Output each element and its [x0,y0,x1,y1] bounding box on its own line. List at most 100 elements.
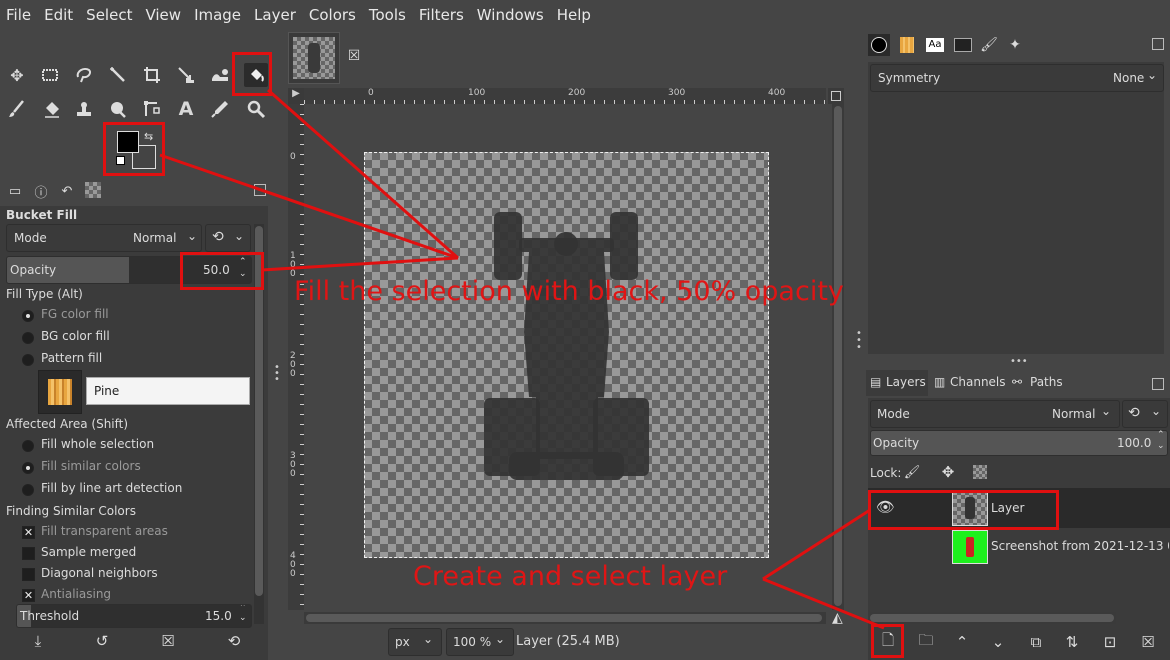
duplicate-layer-icon[interactable]: ⧉ [1024,630,1048,654]
tab-channels[interactable]: ▥ Channels [932,370,1008,396]
canvas-vscroll-thumb[interactable] [834,106,842,606]
new-layer-group-icon[interactable]: 🗀 [914,630,938,654]
menu-select[interactable]: Select [80,6,139,24]
unit-select[interactable]: px ⌄ [388,628,442,656]
merge-down-icon[interactable]: ⇅ [1060,630,1084,654]
eraser-tool-icon[interactable] [40,97,64,121]
fuzzy-select-tool-icon[interactable] [106,63,130,87]
spin-down-icon[interactable]: ⌄ [1157,441,1165,451]
menu-image[interactable]: Image [188,6,248,24]
crop-tool-icon[interactable] [140,63,164,87]
menu-colors[interactable]: Colors [303,6,363,24]
layer-mask-icon[interactable]: ⊡ [1098,630,1122,654]
smudge-tool-icon[interactable] [106,97,130,121]
lock-alpha-icon[interactable] [972,464,988,480]
layer-opacity-slider[interactable]: Opacity 100.0 ⌃ ⌄ [870,430,1168,456]
spin-up-icon[interactable]: ⌃ [239,605,247,613]
undo-history-tab-icon[interactable]: ↶ [56,180,78,202]
menu-layer[interactable]: Layer [248,6,303,24]
menu-edit[interactable]: Edit [38,6,80,24]
dock-grip-icon[interactable]: • • • [856,329,862,353]
zoom-tool-icon[interactable] [244,97,268,121]
annotation-fill-text: Fill the selection with black, 50% opaci… [294,276,844,307]
menu-filters[interactable]: Filters [413,6,471,24]
paths-tool-icon[interactable] [140,97,164,121]
close-image-tab-icon[interactable]: ☒ [346,48,362,64]
canvas-horizontal-scrollbar[interactable] [304,612,826,624]
tool-options-tab-icon[interactable]: ▭ [4,180,26,202]
fonts-tab-icon[interactable]: Aa [924,34,946,56]
symmetry-tab-icon[interactable]: ✦ [1004,34,1026,56]
images-tab-icon[interactable] [84,181,102,199]
paintbrush-tool-icon[interactable] [5,97,29,121]
configure-tab-icon[interactable] [1152,378,1164,390]
free-select-tool-icon[interactable] [72,63,96,87]
chevron-down-icon: ⌄ [1147,68,1158,82]
panel-divider-grip-icon[interactable]: ••• [1010,356,1028,367]
dock-grip-icon[interactable]: • • • [274,363,280,385]
text-tool-icon[interactable]: A [174,97,198,121]
fill-similar-colors-radio[interactable] [22,462,34,474]
symmetry-select[interactable]: Symmetry None ⌄ [870,64,1164,92]
rect-select-tool-icon[interactable] [38,63,62,87]
fg-fill-radio[interactable] [22,310,34,322]
color-picker-tool-icon[interactable] [208,97,232,121]
mode-reset-button[interactable]: ⟲ ⌄ [205,224,251,252]
move-tool-icon[interactable]: ✥ [5,63,29,87]
clone-tool-icon[interactable] [72,97,96,121]
pattern-name-field[interactable]: Pine [86,377,250,405]
fill-whole-selection-radio[interactable] [22,440,34,452]
layer-mode-select[interactable]: Mode Normal ⌄ [870,400,1120,428]
layer-name: Screenshot from 2021-12-13 07-2 [991,539,1169,553]
reset-options-icon[interactable]: ⟲ [224,630,244,652]
diagonal-neighbors-checkbox[interactable] [22,568,35,581]
mode-select[interactable]: Mode Normal ⌄ [6,224,202,252]
transform-tool-icon[interactable] [174,63,198,87]
save-options-icon[interactable]: ⤓ [28,630,48,652]
restore-options-icon[interactable]: ↺ [92,630,112,652]
pattern-preview-button[interactable] [38,370,82,414]
layer-mode-reset-button[interactable]: ⟲ ⌄ [1122,400,1168,428]
quick-mask-icon[interactable] [828,88,844,104]
menu-windows[interactable]: Windows [471,6,551,24]
device-status-tab-icon[interactable]: ⓘ [30,180,52,202]
delete-options-icon[interactable]: ☒ [158,630,178,652]
warp-tool-icon[interactable] [208,63,232,87]
menu-file[interactable]: File [0,6,38,24]
lock-position-icon[interactable]: ✥ [938,462,958,482]
configure-tab-icon[interactable] [254,184,266,196]
pattern-fill-radio[interactable] [22,354,34,366]
navigate-icon[interactable]: ◭ [832,610,846,626]
sample-merged-checkbox[interactable] [22,547,35,560]
delete-layer-icon[interactable]: ☒ [1136,630,1160,654]
fill-transparent-checkbox[interactable]: ✕ [22,526,35,539]
menu-help[interactable]: Help [551,6,598,24]
antialiasing-checkbox[interactable]: ✕ [22,589,35,602]
threshold-slider[interactable]: Threshold 15.0 ⌃ ⌄ [16,604,252,628]
ruler-corner-icon[interactable]: ▶ [288,88,304,104]
zoom-select[interactable]: 100 % ⌄ [446,628,514,656]
patterns-tab-icon[interactable] [896,34,918,56]
raise-layer-icon[interactable]: ⌃ [950,630,974,654]
lower-layer-icon[interactable]: ⌄ [986,630,1010,654]
brushes-tab-icon[interactable] [868,34,890,56]
paint-dynamics-tab-icon[interactable]: 🖌 [978,34,1000,56]
layers-hscroll-thumb[interactable] [870,614,1114,622]
canvas-hscroll-thumb[interactable] [306,614,822,622]
fill-line-art-radio[interactable] [22,484,34,496]
configure-tab-icon[interactable] [1152,38,1164,50]
spin-up-icon[interactable]: ⌃ [1157,430,1165,440]
spin-down-icon[interactable]: ⌄ [239,613,247,623]
image-tab-thumbnail[interactable] [288,32,340,84]
menu-view[interactable]: View [139,6,188,24]
lock-pixels-icon[interactable]: 🖌 [902,462,922,482]
canvas-vertical-scrollbar[interactable] [832,104,844,610]
tab-paths[interactable]: ⚯ Paths [1010,370,1068,396]
layers-hscrollbar[interactable] [870,612,1116,624]
bg-fill-radio[interactable] [22,332,34,344]
menu-tools[interactable]: Tools [363,6,413,24]
tab-layers[interactable]: ▤ Layers [866,370,928,396]
layer-row[interactable]: Screenshot from 2021-12-13 07-2 [868,528,1170,568]
document-history-tab-icon[interactable] [952,34,974,56]
tab-paths-label: Paths [1030,375,1063,389]
